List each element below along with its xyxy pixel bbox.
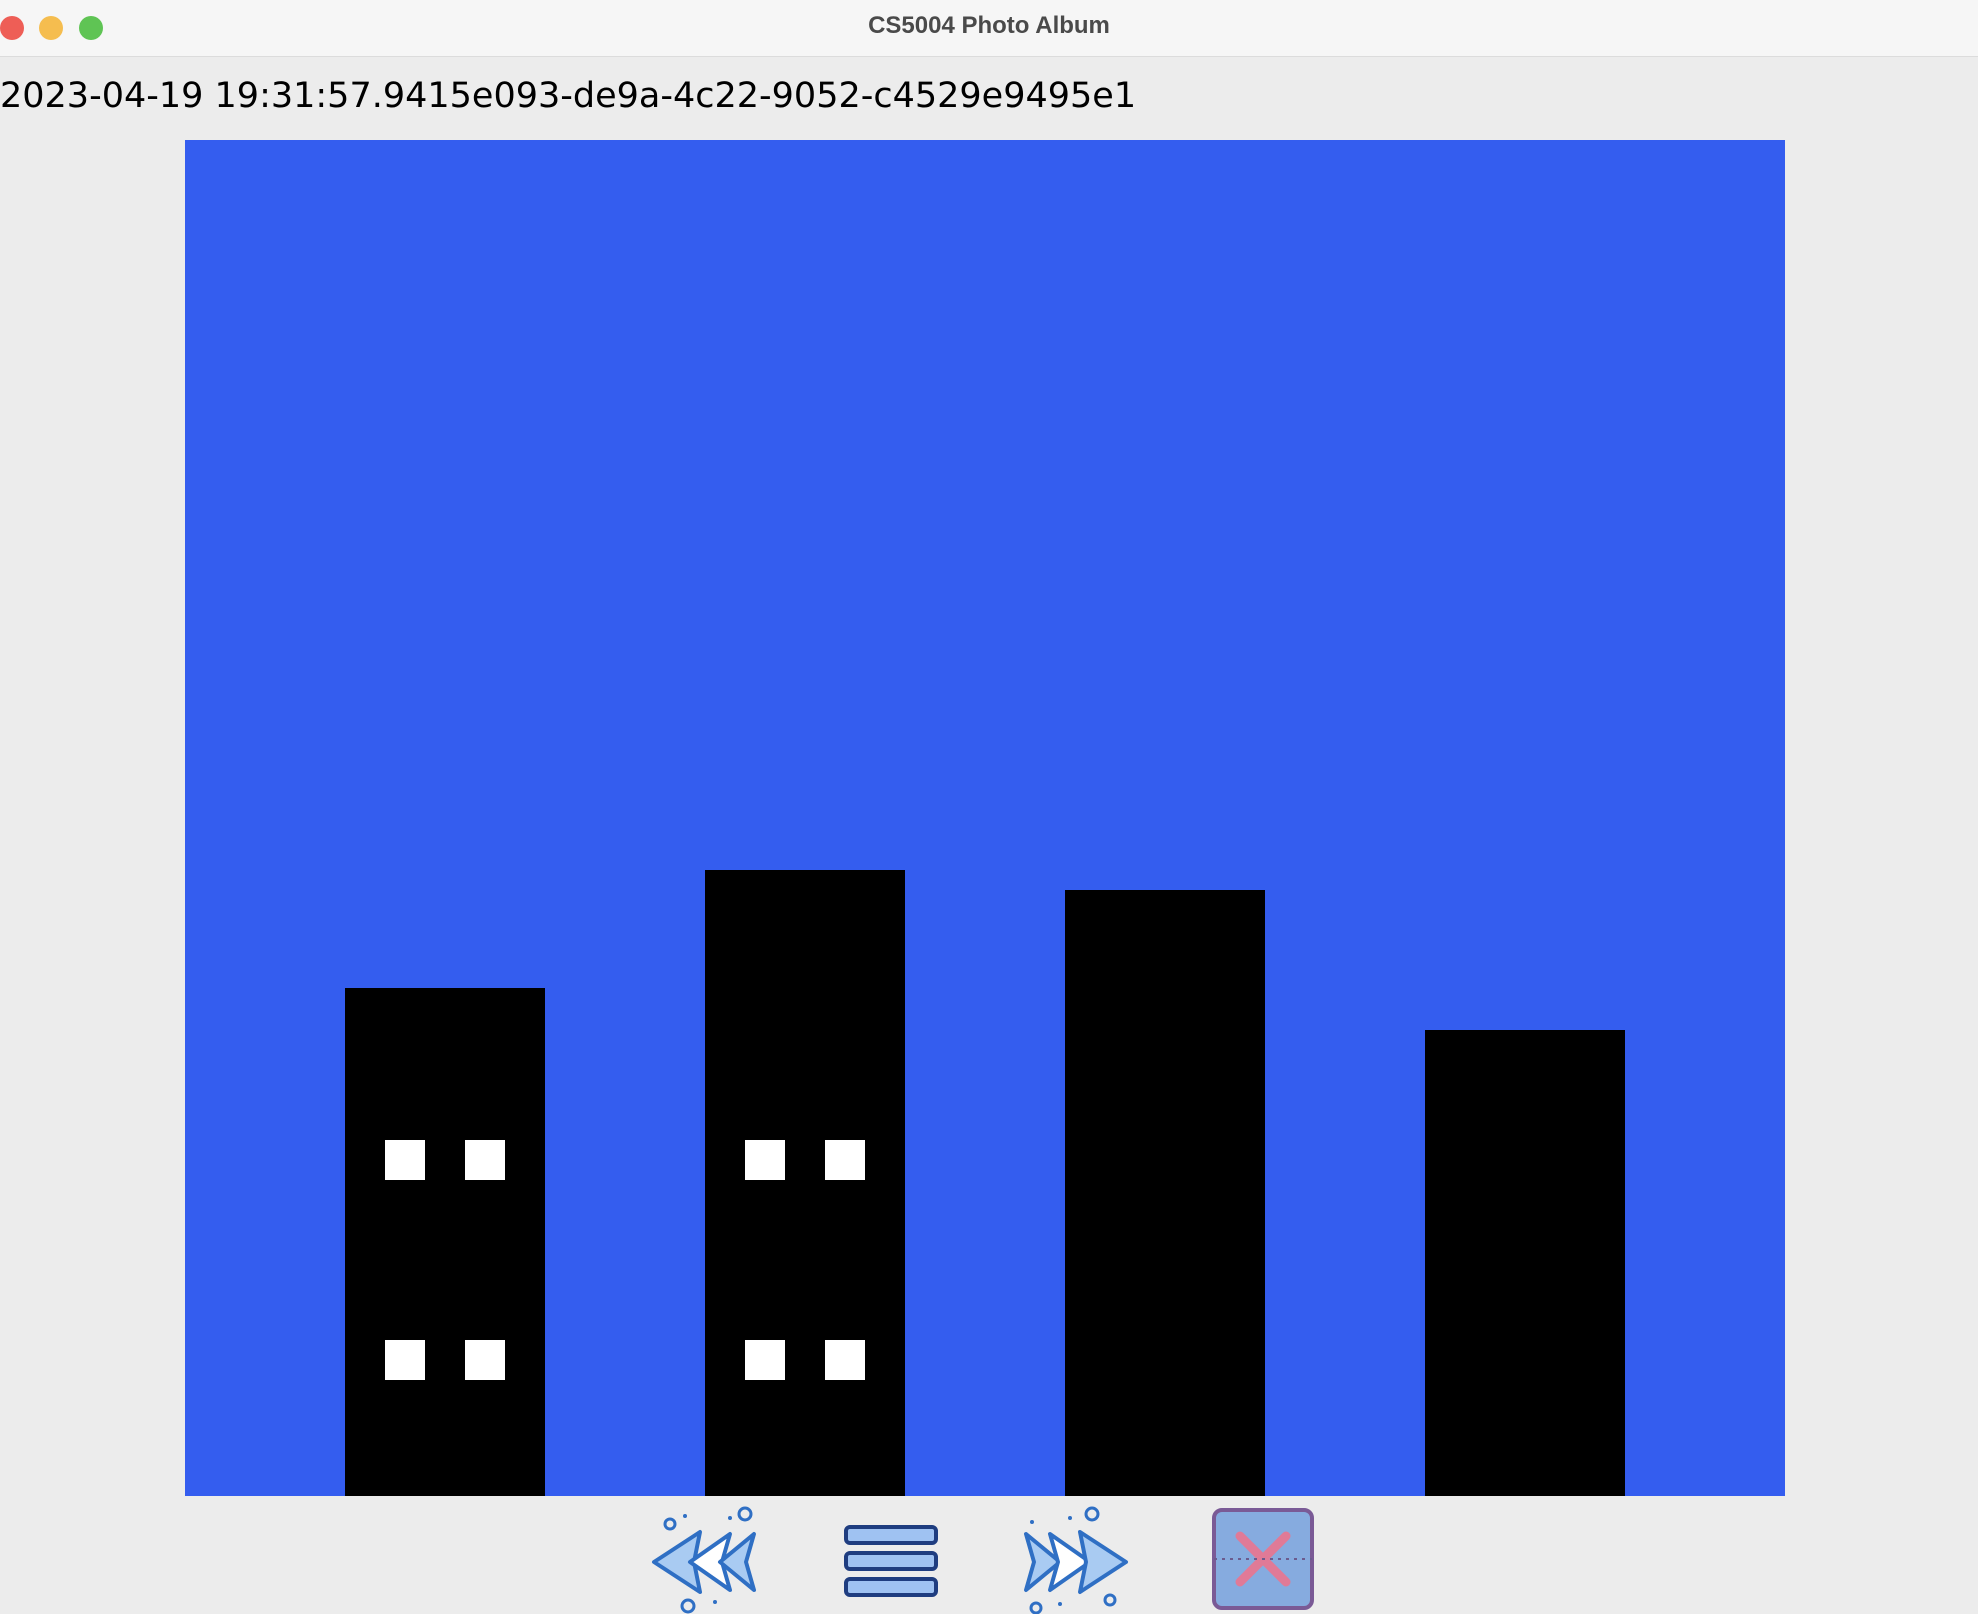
building-1-window (465, 1340, 505, 1380)
next-button[interactable] (1020, 1504, 1130, 1614)
menu-button[interactable] (836, 1504, 946, 1614)
control-bar (0, 1496, 1978, 1614)
rewind-icon (652, 1506, 756, 1614)
building-1-window (385, 1140, 425, 1180)
building-2-window (745, 1140, 785, 1180)
building-2 (705, 870, 905, 1496)
window-title: CS5004 Photo Album (868, 12, 1110, 39)
building-3 (1065, 890, 1265, 1496)
close-x-icon (1212, 1508, 1314, 1610)
building-2-window (825, 1140, 865, 1180)
previous-button[interactable] (650, 1504, 760, 1614)
title-bar: CS5004 Photo Album (0, 0, 1978, 57)
snapshot-label: 2023-04-19 19:31:57.9415e093-de9a-4c22-9… (0, 76, 1137, 116)
building-2-window (825, 1340, 865, 1380)
list-menu-icon (844, 1525, 938, 1597)
building-1 (345, 988, 545, 1496)
building-4 (1425, 1030, 1625, 1496)
building-2-window (745, 1340, 785, 1380)
building-1-window (465, 1140, 505, 1180)
photo-canvas (185, 140, 1785, 1496)
exit-button[interactable] (1208, 1504, 1318, 1614)
fast-forward-icon (1024, 1506, 1128, 1614)
building-1-window (385, 1340, 425, 1380)
